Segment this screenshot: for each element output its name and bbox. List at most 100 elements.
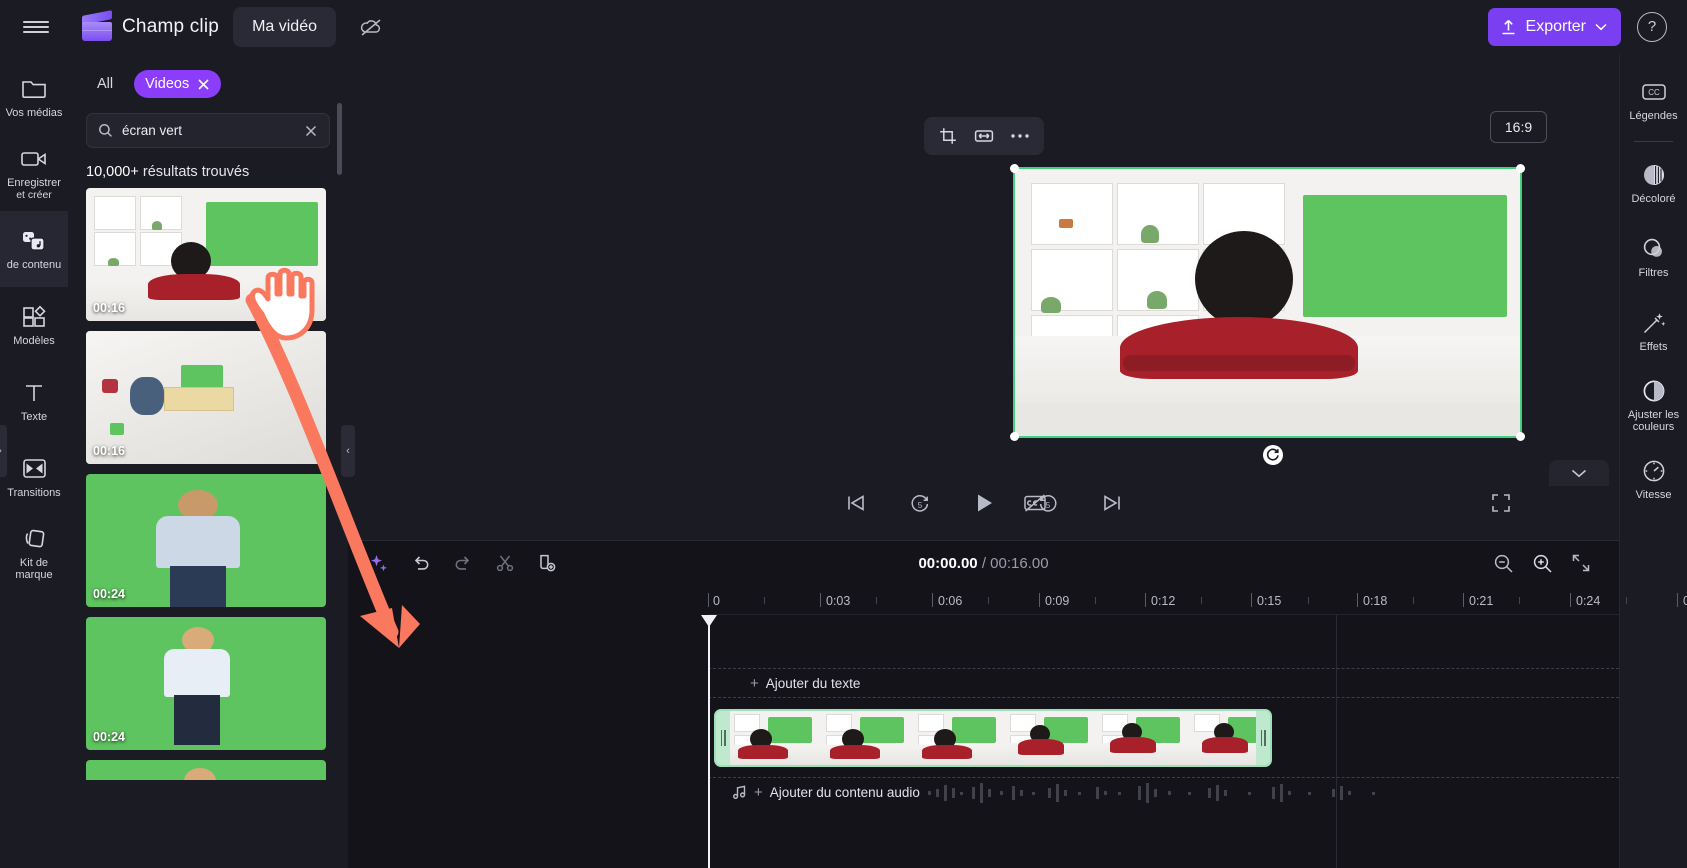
ruler-label: 0:15 (1257, 594, 1282, 608)
zoom-in-icon[interactable] (1532, 553, 1553, 574)
duplicate-icon[interactable] (530, 548, 564, 578)
export-button[interactable]: Exporter (1487, 7, 1621, 46)
collapse-right-panel-button[interactable]: › (0, 425, 7, 477)
cloud-off-icon[interactable] (354, 10, 388, 44)
top-bar-right: Exporter ? (1487, 7, 1687, 46)
audio-track[interactable]: + Ajouter du contenu audio (708, 777, 1619, 807)
clip-trim-handle-left[interactable] (716, 711, 730, 765)
collapse-panel-button[interactable]: ‹ (341, 425, 355, 477)
sidebar-item-texte[interactable]: Texte (0, 363, 68, 439)
resize-handle-bl[interactable] (1010, 432, 1019, 441)
export-label: Exporter (1525, 17, 1586, 35)
sidebar-label: Légendes (1629, 109, 1678, 122)
aspect-ratio-button[interactable]: 16:9 (1490, 111, 1547, 143)
ruler-label: 0:27 (1683, 594, 1687, 608)
sidebar-item-kit-de-marque[interactable]: Kit de marque (0, 515, 68, 591)
results-label: résultats trouvés (142, 164, 250, 180)
resize-handle-tl[interactable] (1010, 164, 1019, 173)
brand-kit-icon (22, 526, 47, 552)
sidebar-label: Vos médias (5, 106, 63, 119)
sidebar-label: Vitesse (1635, 488, 1672, 501)
search-input[interactable]: écran vert (86, 113, 330, 148)
timeline-ruler[interactable]: 0 0:03 0:06 0:09 0:12 0:15 0:18 0:21 0:2… (708, 585, 1687, 615)
captions-off-icon[interactable] (1018, 486, 1052, 520)
scissors-icon[interactable] (488, 548, 522, 578)
panel-scrollbar[interactable] (337, 103, 342, 175)
sidebar-item-effets[interactable]: Effets (1620, 294, 1687, 368)
more-horizontal-icon[interactable] (1004, 121, 1036, 151)
resize-handle-br[interactable] (1516, 432, 1525, 441)
svg-text:5: 5 (917, 501, 922, 510)
list-item[interactable]: 00:24 (86, 617, 326, 750)
add-audio-plus: + (754, 784, 763, 801)
sidebar-item-transitions[interactable]: Transitions (0, 439, 68, 515)
list-item[interactable]: 00:16 (86, 188, 326, 321)
timeline-collapse-chevron[interactable] (1549, 460, 1609, 486)
video-clip[interactable] (714, 709, 1272, 767)
time-separator: / (981, 554, 986, 572)
sidebar-item-legendes[interactable]: CC Légendes (1620, 63, 1687, 137)
sidebar-item-filtres[interactable]: Filtres (1620, 220, 1687, 294)
chevron-down-icon (1571, 469, 1587, 477)
text-track[interactable]: + Ajouter du texte (708, 668, 1619, 698)
sparkle-icon[interactable] (362, 548, 396, 578)
clip-trim-handle-right[interactable] (1256, 711, 1270, 765)
undo-icon[interactable] (404, 548, 438, 578)
templates-icon (22, 304, 47, 330)
help-button[interactable]: ? (1637, 11, 1667, 42)
fit-timeline-icon[interactable] (1571, 553, 1591, 573)
rotate-icon[interactable] (1263, 445, 1283, 465)
results-count-text: 10,000+ résultats trouvés (68, 148, 348, 188)
brand: Champ clip (82, 9, 219, 41)
skip-end-icon[interactable] (1095, 486, 1129, 520)
clear-search-icon[interactable] (304, 124, 318, 138)
skip-start-icon[interactable] (839, 486, 873, 520)
hamburger-icon[interactable] (0, 0, 72, 53)
list-item[interactable] (86, 760, 326, 780)
redo-icon[interactable] (446, 548, 480, 578)
chip-videos[interactable]: Videos (134, 70, 222, 98)
search-value: écran vert (122, 123, 183, 138)
close-icon[interactable] (197, 78, 210, 91)
effects-icon (1641, 310, 1667, 336)
sidebar-item-vitesse[interactable]: Vitesse (1620, 442, 1687, 516)
clipchamp-editor: Champ clip Ma vidéo Exporter ? Vos média… (0, 0, 1687, 868)
sidebar-item-decolore[interactable]: Décoloré (1620, 146, 1687, 220)
sidebar-sublabel: et créer (16, 188, 52, 201)
sidebar-label: Ajuster les couleurs (1627, 408, 1680, 433)
sidebar-item-vos-medias[interactable]: Vos médias (0, 59, 68, 135)
resize-handle-tr[interactable] (1516, 164, 1525, 173)
player-controls: 5 5 (348, 481, 1619, 525)
rewind-5s-icon[interactable]: 5 (903, 486, 937, 520)
sidebar-label: Enregistrer (7, 176, 61, 189)
fullscreen-icon[interactable] (1484, 486, 1518, 520)
sidebar-item-modeles[interactable]: Modèles (0, 287, 68, 363)
preview-stage[interactable] (1010, 164, 1525, 441)
list-item[interactable]: 00:24 (86, 474, 326, 607)
ruler-label: 0:09 (1045, 594, 1070, 608)
fit-width-icon[interactable] (968, 121, 1000, 151)
ruler-label: 0:03 (826, 594, 851, 608)
media-results-list[interactable]: 00:16 00:16 00:24 00:24 (68, 188, 348, 780)
chip-all[interactable]: All (86, 71, 124, 97)
upload-icon (1502, 19, 1515, 34)
sidebar-label: Décoloré (1631, 192, 1676, 205)
list-item[interactable]: 00:16 (86, 331, 326, 464)
center-area: 16:9 5 5 00:00.00 / 00:16.00 0 0:03 0:06… (348, 53, 1687, 868)
timeline-tracks: + Ajouter du texte + Ajouter du contenu … (701, 615, 1619, 868)
timeline: 00:00.00 / 00:16.00 0 0:03 0:06 0:09 0:1… (348, 540, 1687, 868)
project-tab[interactable]: Ma vidéo (233, 6, 337, 47)
ruler-label: 0:24 (1576, 594, 1601, 608)
chip-label: Videos (145, 76, 190, 92)
filters-icon (1641, 236, 1667, 262)
sidebar-item-ajuster-les-couleurs[interactable]: Ajuster les couleurs (1620, 368, 1687, 442)
sidebar-label: Transitions (7, 486, 61, 499)
crop-icon[interactable] (932, 121, 964, 151)
sidebar-item-enregistrer-et-creer[interactable]: Enregistrer et créer (0, 135, 68, 211)
total-time: 00:16.00 (990, 554, 1049, 572)
play-button[interactable] (967, 486, 1001, 520)
playhead[interactable] (701, 615, 717, 868)
add-text-plus: + (750, 674, 759, 692)
sidebar-item-de-contenu[interactable]: de contenu (0, 211, 68, 287)
zoom-out-icon[interactable] (1493, 553, 1514, 574)
